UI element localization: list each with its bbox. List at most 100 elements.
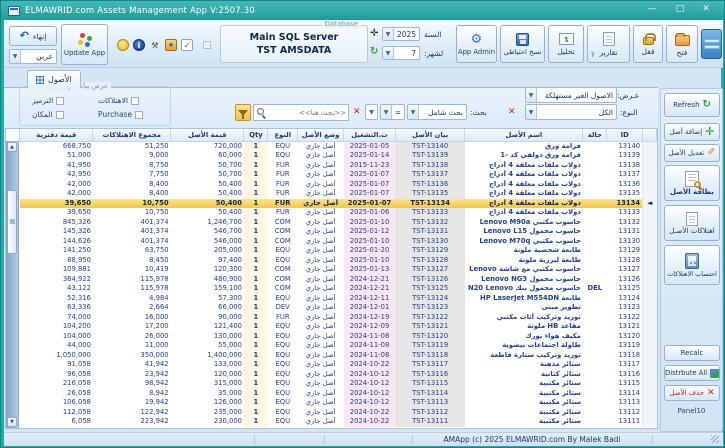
table-row[interactable]: 13136دولاب ملفات معلقة 4 أدراجTST-131362… [20,180,657,190]
cell-id[interactable]: 13133 [607,208,643,218]
cell-date[interactable]: 2024-11-08 [344,332,396,342]
cell-code[interactable]: TST-13137 [395,170,464,180]
cell-code[interactable]: TST-13138 [395,161,464,171]
cell-name[interactable]: فرامة ورق [465,141,583,151]
toolbar-checkbox[interactable] [203,41,211,49]
cell-qty[interactable]: 1 [244,141,268,151]
cell-id[interactable]: 13139 [607,151,643,161]
cell-code[interactable]: TST-13125 [395,284,464,294]
cell-date[interactable]: 2024-10-22 [344,417,396,427]
table-row[interactable]: 13140فرامة ورقTST-131402025-01-05أصل جار… [20,141,657,151]
cell-code[interactable]: TST-13117 [395,360,464,370]
cell-qty[interactable]: 1 [244,237,268,247]
cell-position[interactable]: أصل جاري [298,389,344,399]
cell-status[interactable] [583,313,607,323]
cell-code[interactable]: TST-13134 [395,199,464,209]
tab-assets[interactable]: الأصول [27,70,81,88]
cell-total_depreciation[interactable]: 10,419 [93,265,171,275]
cell-value[interactable]: 50,400 [171,199,244,209]
info-icon[interactable]: i [133,39,145,51]
cell-total_depreciation[interactable]: 122,942 [93,408,171,418]
cell-code[interactable]: TST-13126 [395,275,464,285]
cell-code[interactable]: TST-13112 [395,408,464,418]
cell-id[interactable]: 13111 [607,417,643,427]
cell-name[interactable]: تطوير مبنى [465,303,583,313]
cell-status[interactable] [583,237,607,247]
cell-date[interactable]: 2024-11-08 [344,351,396,361]
type-filter-select[interactable]: ▼ الكل [525,104,617,120]
cell-value[interactable]: 50,700 [171,170,244,180]
cell-total_depreciation[interactable]: 8,400 [93,189,171,199]
table-row[interactable]: 13112ستائر مكتبيةTST-131122024-10-22أصل … [20,408,657,418]
cell-code[interactable]: TST-13123 [395,303,464,313]
cell-name[interactable]: ستائر مكتبية [465,417,583,427]
cell-value[interactable]: 121,400 [171,322,244,332]
cell-status[interactable] [583,322,607,332]
cell-qty[interactable]: 1 [244,370,268,380]
analyze-button[interactable]: تحليل [548,25,584,63]
cell-status[interactable] [583,351,607,361]
cell-book_value[interactable]: 6,058 [20,417,93,427]
cell-code[interactable]: TST-13129 [395,246,464,256]
cell-type[interactable]: COM [268,284,298,294]
cell-date[interactable]: 2024-10-22 [344,408,396,418]
cell-status[interactable] [583,360,607,370]
cell-status[interactable] [583,379,607,389]
cell-position[interactable]: أصل جاري [298,322,344,332]
cell-position[interactable]: أصل جاري [298,170,344,180]
cell-date[interactable]: 2024-10-12 [344,398,396,408]
cell-qty[interactable]: 1 [244,417,268,427]
cell-book_value[interactable]: 364,922 [20,275,93,285]
year-select[interactable]: ▼ 2025 [382,27,420,41]
lock-button[interactable]: قفل [633,25,663,63]
cell-position[interactable]: أصل جاري [298,408,344,418]
cell-value[interactable]: 546,700 [171,227,244,237]
table-row[interactable]: 13131حاسوب محمول Lenovo L15TST-131312025… [20,227,657,237]
cell-code[interactable]: TST-13120 [395,332,464,342]
view-filter-select[interactable]: ▼ الاصول الغير مستهلكة [525,87,617,103]
close-button[interactable]: ✕ [694,3,718,17]
add-asset-button[interactable]: ✛إضافة أصل [664,123,720,141]
cell-status[interactable] [583,227,607,237]
table-row[interactable]: 13137دولاب ملفات معلقة 4 أدراجTST-131372… [20,170,657,180]
cell-type[interactable]: EQU [268,246,298,256]
cell-code[interactable]: TST-13124 [395,294,464,304]
cell-book_value[interactable]: 51,000 [20,151,93,161]
cell-name[interactable]: حاسوب محمول Lenovo NG3 [465,275,583,285]
cell-total_depreciation[interactable]: 8,400 [93,180,171,190]
table-row[interactable]: 13128طابعة ليزرية ملونةTST-131282025-01-… [20,256,657,266]
cell-type[interactable]: EQU [268,341,298,351]
table-header-row[interactable]: IDحالةاسم الأصلبيان الأصلت.التشغيلوضع ال… [20,129,657,141]
cell-qty[interactable]: 1 [244,341,268,351]
cell-name[interactable]: ستائر مكتبية [465,398,583,408]
cell-type[interactable]: EQU [268,151,298,161]
cell-position[interactable]: أصل جاري [298,180,344,190]
cell-position[interactable]: أصل جاري [298,151,344,161]
cell-book_value[interactable]: 39,650 [20,199,93,209]
cell-qty[interactable]: 1 [244,408,268,418]
cell-book_value[interactable]: 144,626 [20,237,93,247]
cell-position[interactable]: أصل جاري [298,141,344,151]
cell-name[interactable]: دولاب ملفات معلقة 4 أدراج [465,170,583,180]
cell-qty[interactable]: 1 [244,313,268,323]
cell-total_depreciation[interactable]: 115,978 [93,275,171,285]
app-admin-button[interactable]: ⚙ App Admin [456,25,497,63]
distribute-all-button[interactable]: Distrbute All [664,365,720,381]
cell-book_value[interactable]: 109,881 [20,265,93,275]
refresh-button[interactable]: Refresh↻ [664,93,720,117]
cell-status[interactable] [583,341,607,351]
cell-code[interactable]: TST-13121 [395,322,464,332]
cell-name[interactable]: حاسوب محمول بنك N20 Lenovo [465,284,583,294]
col-header-position[interactable]: وضع الأصل [298,129,344,141]
col-header-code[interactable]: بيان الأصل [395,129,464,141]
cell-qty[interactable]: 1 [244,303,268,313]
cell-type[interactable]: EQU [268,256,298,266]
cell-total_depreciation[interactable]: 7,750 [93,170,171,180]
cell-code[interactable]: TST-13119 [395,341,464,351]
clear-search-icon[interactable]: ✕ [353,108,361,117]
cell-type[interactable]: EQU [268,322,298,332]
cell-date[interactable]: 2025-01-07 [344,199,396,209]
cell-type[interactable]: FUR [268,161,298,171]
cell-date[interactable]: 2024-11-08 [344,341,396,351]
cell-code[interactable]: TST-13114 [395,389,464,399]
